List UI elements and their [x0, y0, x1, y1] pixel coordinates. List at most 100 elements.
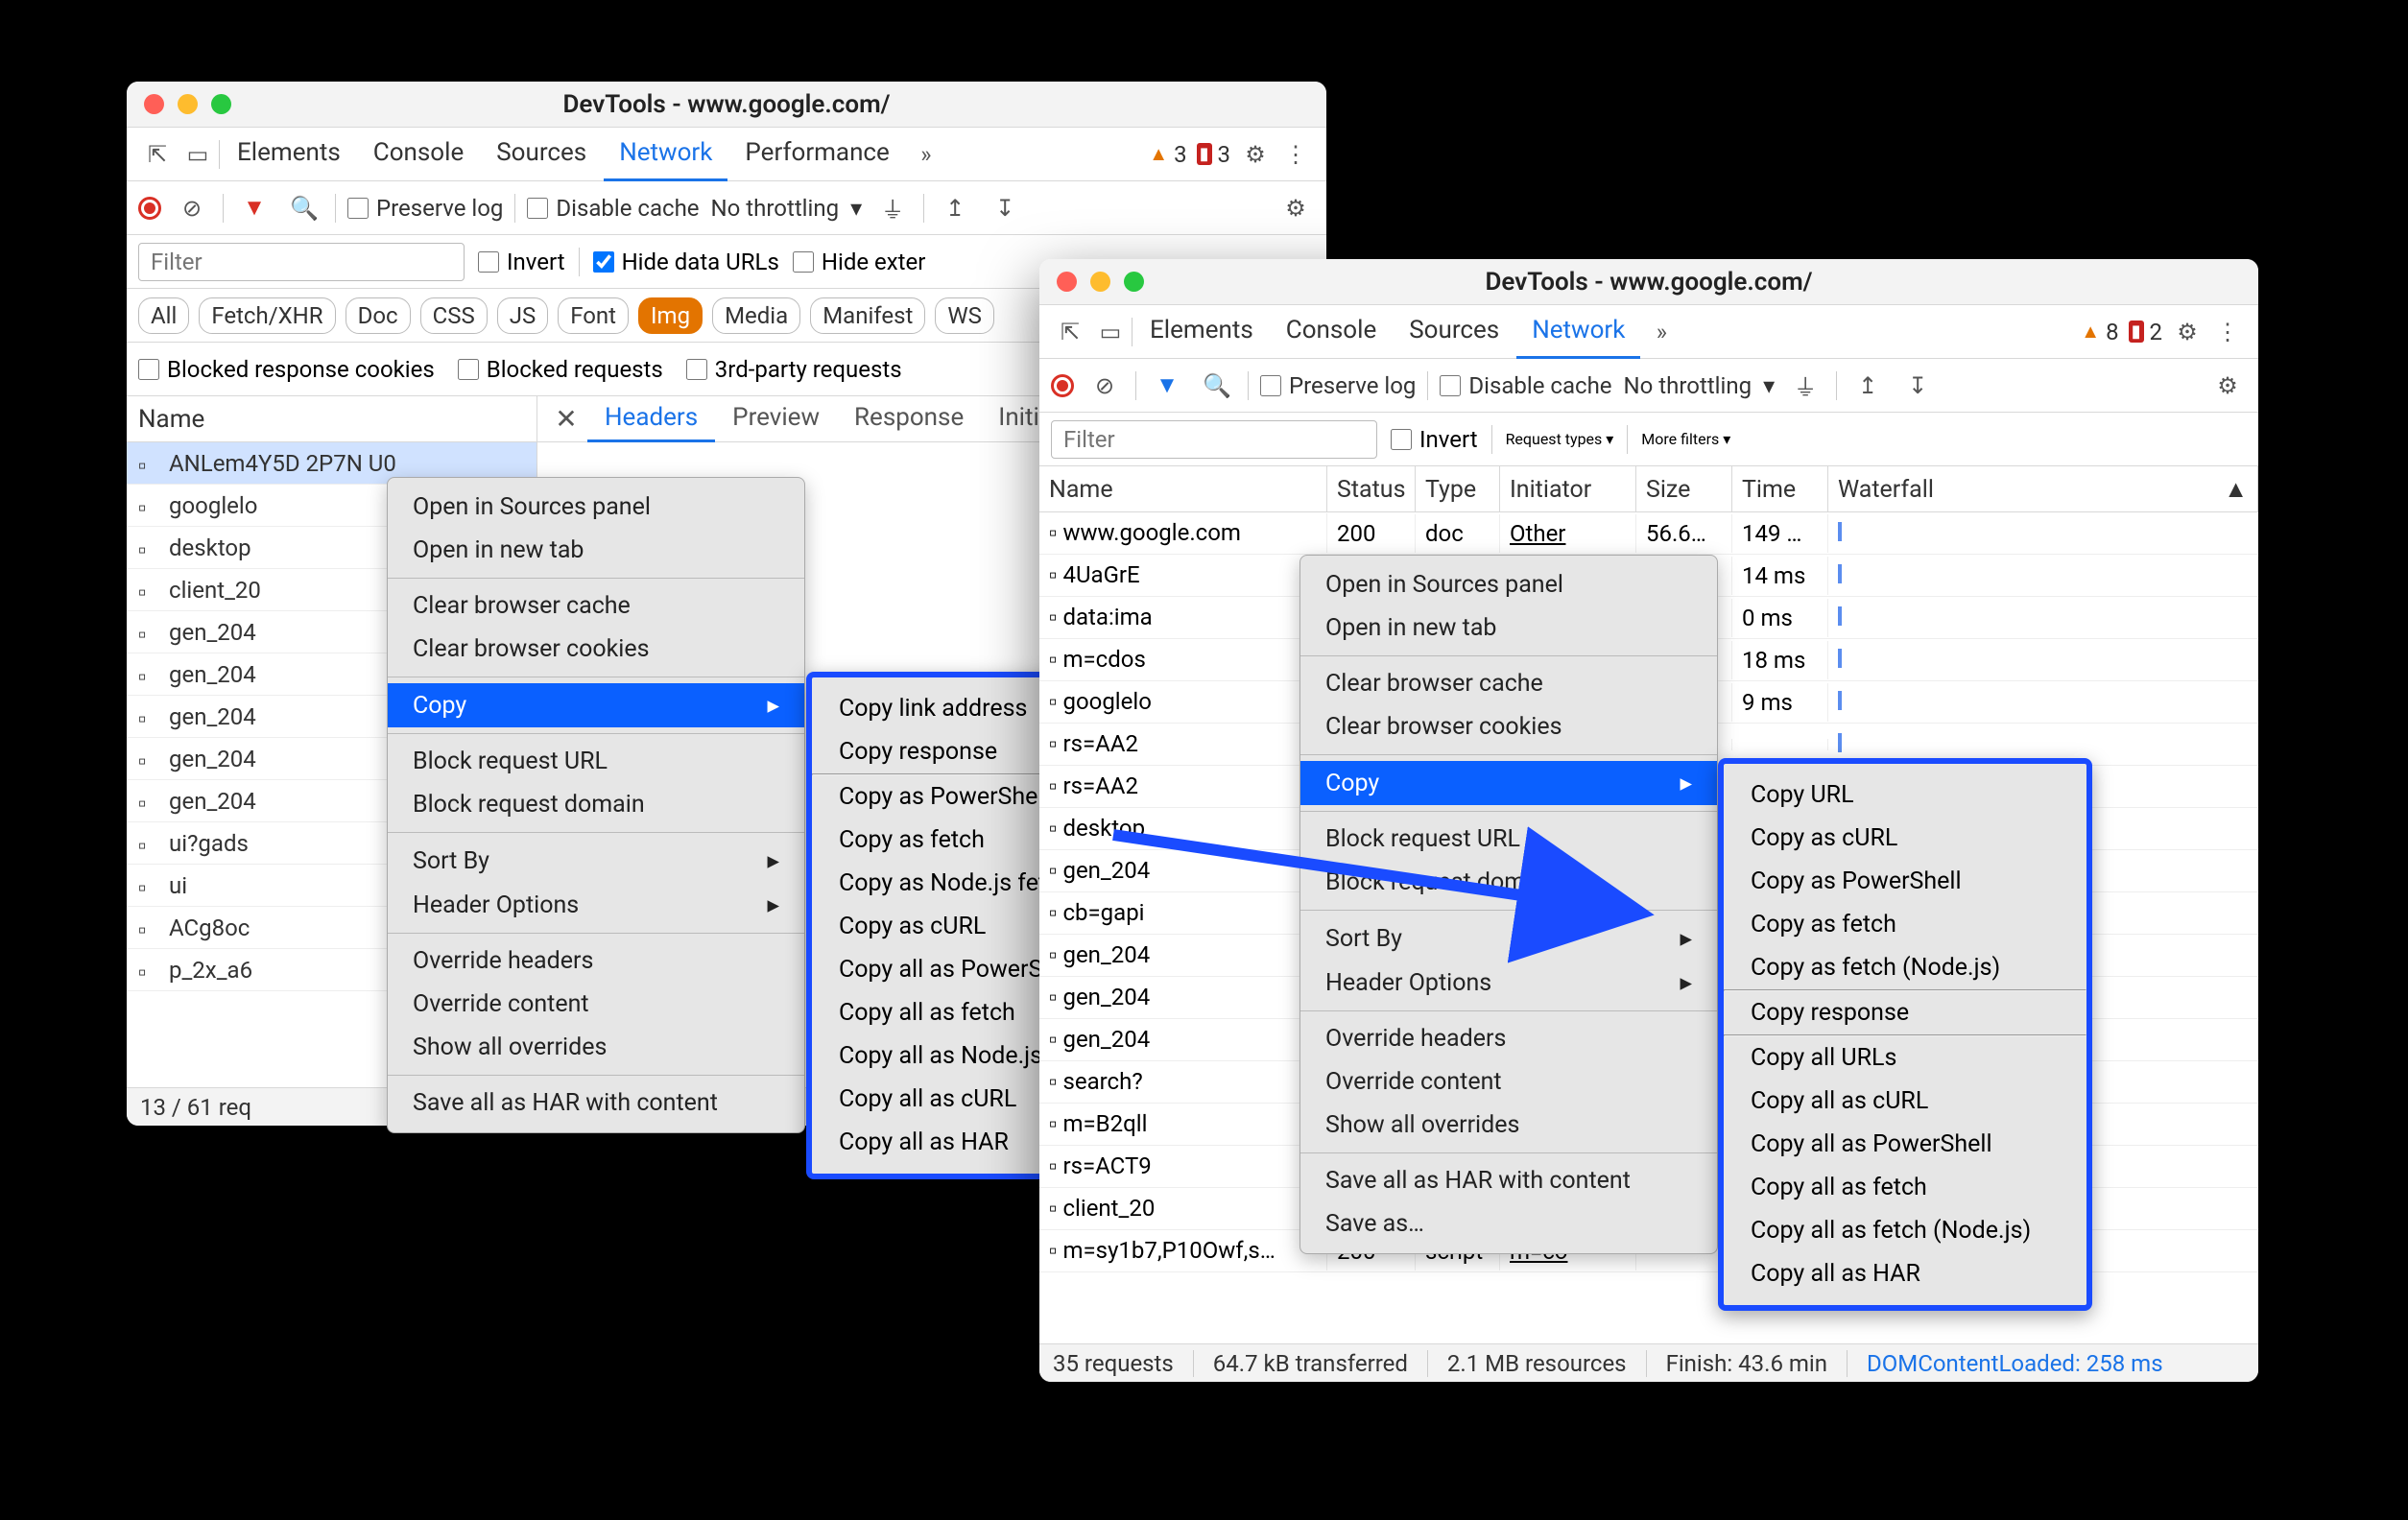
col-initiator[interactable]: Initiator	[1500, 466, 1636, 511]
tab-console[interactable]: Console	[1271, 304, 1392, 359]
filter-input[interactable]	[1051, 420, 1377, 459]
clear-icon[interactable]: ⊘	[1085, 367, 1124, 405]
upload-icon[interactable]: ↥	[936, 189, 974, 227]
mi-block-url[interactable]: Block request URL	[388, 740, 804, 783]
mi-clear-cookies[interactable]: Clear browser cookies	[1300, 705, 1717, 748]
mi-copy-fetch-node[interactable]: Copy as fetch (Node.js)	[1724, 946, 2086, 989]
mi-copy-all-fetch[interactable]: Copy all as fetch	[1724, 1166, 2086, 1209]
chevron-down-icon[interactable]: ▾	[1763, 372, 1775, 399]
close-icon[interactable]	[144, 94, 164, 114]
hide-extensions-checkbox[interactable]: Hide exter	[793, 249, 926, 275]
mi-copy-fetch[interactable]: Copy as fetch	[1724, 903, 2086, 946]
filter-input[interactable]	[138, 243, 465, 281]
throttle-select[interactable]: No throttling	[711, 195, 840, 222]
blocked-cookies-checkbox[interactable]: Blocked response cookies	[138, 356, 435, 383]
pill-font[interactable]: Font	[558, 297, 629, 334]
request-types-dropdown[interactable]: Request types ▾	[1506, 430, 1614, 448]
settings-icon[interactable]: ⚙	[1236, 135, 1275, 174]
table-row[interactable]: ▫ www.google.com200docOther56.6…149 …	[1039, 512, 2258, 555]
mi-clear-cache[interactable]: Clear browser cache	[1300, 662, 1717, 705]
col-time[interactable]: Time	[1732, 466, 1828, 511]
mi-copy-curl[interactable]: Copy as cURL	[1724, 817, 2086, 860]
col-name-header[interactable]: Name	[127, 396, 536, 442]
mi-copy-ps[interactable]: Copy as PowerShell	[1724, 860, 2086, 903]
hide-data-urls-checkbox[interactable]: Hide data URLs	[593, 249, 779, 275]
col-type[interactable]: Type	[1416, 466, 1500, 511]
mi-copy-all-curl[interactable]: Copy all as cURL	[1724, 1080, 2086, 1123]
disable-cache-checkbox[interactable]: Disable cache	[1440, 372, 1611, 399]
inspect-icon[interactable]: ⇱	[138, 135, 177, 174]
mi-block-domain[interactable]: Block request domain	[388, 783, 804, 826]
settings-icon[interactable]: ⚙	[2168, 313, 2206, 351]
minimize-icon[interactable]	[178, 94, 198, 114]
download-icon[interactable]: ↧	[1898, 367, 1937, 405]
pill-fetchxhr[interactable]: Fetch/XHR	[199, 297, 335, 334]
tab-network[interactable]: Network	[1516, 304, 1640, 359]
wifi-icon[interactable]: ⏚	[873, 189, 912, 227]
invert-checkbox[interactable]: Invert	[1391, 426, 1478, 453]
more-tabs-icon[interactable]: »	[907, 135, 945, 174]
mi-copy-all-urls[interactable]: Copy all URLs	[1724, 1036, 2086, 1080]
record-button[interactable]	[1051, 374, 1074, 397]
mi-open-tab[interactable]: Open in new tab	[388, 529, 804, 572]
mi-copy[interactable]: Copy▸	[1300, 761, 1717, 805]
tab-elements[interactable]: Elements	[222, 127, 356, 181]
error-badge[interactable]: ▮2	[2129, 319, 2162, 345]
tab-performance[interactable]: Performance	[729, 127, 904, 181]
mi-copy-url[interactable]: Copy URL	[1724, 773, 2086, 817]
warning-badge[interactable]: ▲3	[1149, 141, 1186, 168]
tab-sources[interactable]: Sources	[481, 127, 602, 181]
filter-toggle-icon[interactable]: ▼	[1148, 367, 1186, 405]
close-details-icon[interactable]: ✕	[545, 398, 587, 440]
network-settings-icon[interactable]: ⚙	[2208, 367, 2247, 405]
col-waterfall[interactable]: Waterfall▲	[1828, 466, 2258, 511]
search-icon[interactable]: 🔍	[285, 189, 323, 227]
mi-copy-all-har[interactable]: Copy all as HAR	[1724, 1252, 2086, 1295]
third-party-checkbox[interactable]: 3rd-party requests	[686, 356, 902, 383]
tab-elements[interactable]: Elements	[1134, 304, 1269, 359]
maximize-icon[interactable]	[211, 94, 231, 114]
mi-clear-cookies[interactable]: Clear browser cookies	[388, 628, 804, 671]
col-name[interactable]: Name	[1039, 466, 1327, 511]
mi-copy-all-ps[interactable]: Copy all as PowerShell	[1724, 1123, 2086, 1166]
clear-icon[interactable]: ⊘	[173, 189, 211, 227]
minimize-icon[interactable]	[1090, 272, 1110, 292]
mi-override-headers[interactable]: Override headers	[388, 939, 804, 983]
pill-all[interactable]: All	[138, 297, 189, 334]
filter-toggle-icon[interactable]: ▼	[235, 189, 274, 227]
pill-img[interactable]: Img	[638, 297, 703, 334]
disable-cache-checkbox[interactable]: Disable cache	[527, 195, 699, 222]
mi-open-tab[interactable]: Open in new tab	[1300, 606, 1717, 650]
pill-css[interactable]: CSS	[420, 297, 488, 334]
upload-icon[interactable]: ↥	[1848, 367, 1887, 405]
tab-network[interactable]: Network	[604, 127, 727, 181]
invert-checkbox[interactable]: Invert	[478, 249, 565, 275]
mi-block-url[interactable]: Block request URL	[1300, 818, 1717, 861]
network-conditions-icon[interactable]: ⏚	[1786, 367, 1824, 405]
more-filters-dropdown[interactable]: More filters ▾	[1641, 430, 1730, 448]
download-icon[interactable]: ↧	[986, 189, 1024, 227]
col-size[interactable]: Size	[1636, 466, 1732, 511]
rtab-preview[interactable]: Preview	[715, 396, 837, 442]
mi-block-domain[interactable]: Block request domain	[1300, 861, 1717, 904]
mi-override-content[interactable]: Override content	[1300, 1060, 1717, 1104]
mi-sort-by[interactable]: Sort By▸	[388, 839, 804, 883]
pill-manifest[interactable]: Manifest	[810, 297, 925, 334]
device-icon[interactable]: ▭	[1091, 313, 1130, 351]
rtab-headers[interactable]: Headers	[587, 396, 715, 442]
chevron-down-icon[interactable]: ▾	[850, 195, 862, 222]
device-icon[interactable]: ▭	[179, 135, 217, 174]
mi-save-har[interactable]: Save all as HAR with content	[388, 1081, 804, 1125]
error-badge[interactable]: ▮3	[1197, 141, 1230, 168]
mi-header-options[interactable]: Header Options▸	[1300, 961, 1717, 1005]
mi-override-headers[interactable]: Override headers	[1300, 1017, 1717, 1060]
col-status[interactable]: Status	[1327, 466, 1416, 511]
mi-copy-all-fetch-node[interactable]: Copy all as fetch (Node.js)	[1724, 1209, 2086, 1252]
mi-sort-by[interactable]: Sort By▸	[1300, 916, 1717, 961]
preserve-log-checkbox[interactable]: Preserve log	[1260, 372, 1416, 399]
mi-header-options[interactable]: Header Options▸	[388, 883, 804, 927]
mi-show-overrides[interactable]: Show all overrides	[1300, 1104, 1717, 1147]
tab-console[interactable]: Console	[358, 127, 479, 181]
mi-open-sources[interactable]: Open in Sources panel	[388, 486, 804, 529]
kebab-icon[interactable]: ⋮	[1276, 135, 1315, 174]
